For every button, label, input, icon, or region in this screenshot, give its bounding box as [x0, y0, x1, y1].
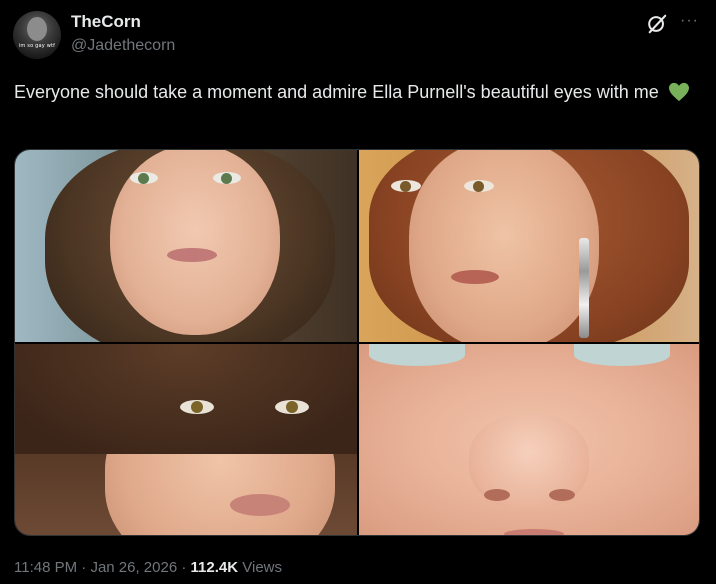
- author-name[interactable]: TheCorn: [71, 12, 141, 32]
- photo-3[interactable]: [15, 344, 357, 535]
- photo-4[interactable]: [359, 344, 699, 535]
- photo-2-face: [409, 150, 599, 342]
- photo-4-right-nostril: [549, 489, 575, 501]
- tweet-date[interactable]: Jan 26, 2026: [90, 559, 177, 576]
- tweet-time[interactable]: 11:48 PM: [14, 559, 77, 576]
- green-heart-icon: [668, 82, 689, 102]
- avatar-face: [27, 17, 47, 41]
- tweet-meta: 11:48 PM · Jan 26, 2026 · 112.4K Views: [14, 559, 282, 576]
- avatar-text: im so gay wtf: [18, 43, 56, 49]
- photo-2-lips: [451, 270, 499, 284]
- tweet: im so gay wtf TheCorn @Jadethecorn ··· E…: [0, 0, 716, 584]
- photo-2-left-eye: [391, 180, 421, 192]
- photo-4-lips: [504, 529, 564, 535]
- photo-2-earring: [579, 238, 589, 338]
- photo-3-hair: [15, 344, 357, 454]
- photo-2[interactable]: [359, 150, 699, 342]
- photo-3-right-eye: [275, 400, 309, 414]
- photo-4-left-eye: [369, 344, 465, 366]
- views-count[interactable]: 112.4K: [191, 559, 239, 576]
- meta-separator: ·: [181, 559, 187, 576]
- photo-4-right-eye: [574, 344, 670, 366]
- media-grid: [14, 149, 700, 536]
- avatar[interactable]: im so gay wtf: [13, 11, 61, 59]
- grok-icon[interactable]: [646, 13, 668, 35]
- author-handle[interactable]: @Jadethecorn: [71, 37, 175, 55]
- views-label: Views: [242, 559, 282, 576]
- meta-separator: ·: [81, 559, 87, 576]
- photo-1-left-eye: [130, 172, 158, 184]
- tweet-text-container: Everyone should take a moment and admire…: [14, 79, 704, 105]
- photo-1-lips: [167, 248, 217, 262]
- tweet-text: Everyone should take a moment and admire…: [14, 82, 659, 102]
- photo-4-left-nostril: [484, 489, 510, 501]
- photo-2-right-eye: [464, 180, 494, 192]
- photo-3-lips: [230, 494, 290, 516]
- more-horizontal-icon[interactable]: ···: [680, 12, 699, 30]
- photo-1-right-eye: [213, 172, 241, 184]
- photo-1[interactable]: [15, 150, 357, 342]
- photo-3-left-eye: [180, 400, 214, 414]
